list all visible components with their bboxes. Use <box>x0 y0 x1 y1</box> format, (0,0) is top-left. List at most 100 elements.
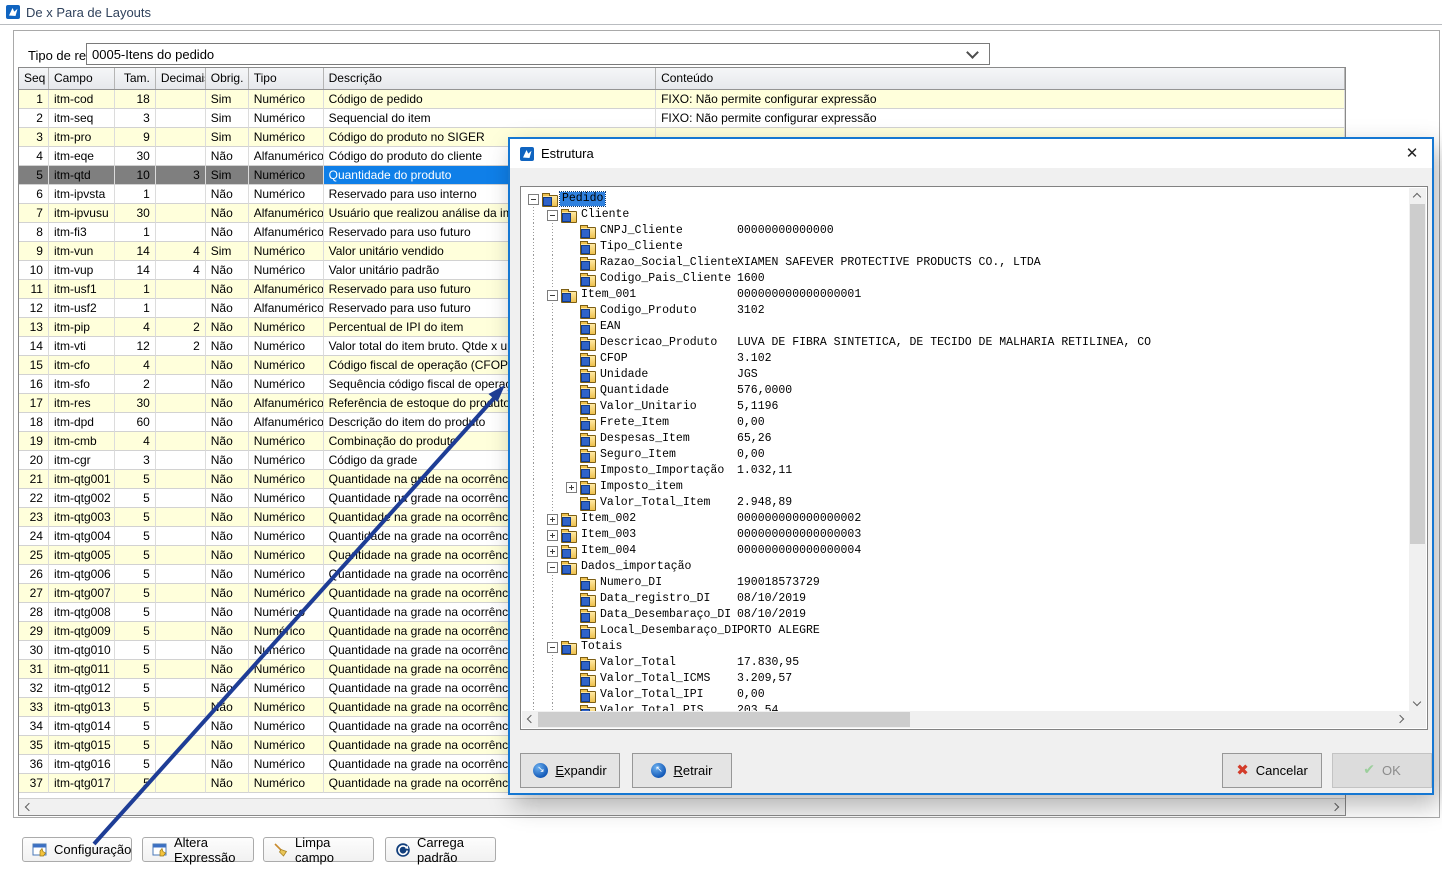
tree-node-imposto_importação[interactable]: Imposto_Importação1.032,11 <box>522 463 1409 479</box>
cell[interactable]: itm-qtg012 <box>49 679 115 698</box>
cell[interactable] <box>156 147 206 166</box>
cell[interactable]: itm-qtg003 <box>49 508 115 527</box>
cell[interactable]: itm-qtg008 <box>49 603 115 622</box>
cell[interactable]: itm-vun <box>49 242 115 261</box>
cell[interactable]: 4 <box>115 318 156 337</box>
cell[interactable]: Numérico <box>249 90 324 109</box>
cell[interactable]: Não <box>206 603 249 622</box>
cell[interactable]: itm-pip <box>49 318 115 337</box>
cell[interactable]: Não <box>206 204 249 223</box>
cell[interactable]: Não <box>206 223 249 242</box>
scroll-right-icon[interactable] <box>1328 799 1344 815</box>
cell[interactable]: itm-qtg011 <box>49 660 115 679</box>
close-icon[interactable]: ✕ <box>1400 142 1424 164</box>
cell[interactable]: Numérico <box>249 185 324 204</box>
tree-node-label[interactable]: Valor_Total_Item <box>598 496 712 510</box>
tree-node-frete_item[interactable]: Frete_Item0,00 <box>522 415 1409 431</box>
tree-node-label[interactable]: Data_Desembaraço_DI <box>598 608 733 622</box>
cell[interactable]: 35 <box>19 736 49 755</box>
cell[interactable]: Numérico <box>249 641 324 660</box>
cell[interactable]: 5 <box>115 641 156 660</box>
cell[interactable]: 14 <box>115 261 156 280</box>
cell[interactable]: 23 <box>19 508 49 527</box>
cell[interactable]: itm-cod <box>49 90 115 109</box>
cell[interactable]: Não <box>206 451 249 470</box>
cell[interactable]: 17 <box>19 394 49 413</box>
cell[interactable]: 28 <box>19 603 49 622</box>
cell[interactable] <box>156 451 206 470</box>
tree-node-valor_unitario[interactable]: Valor_Unitario5,1196 <box>522 399 1409 415</box>
cell[interactable]: itm-qtd <box>49 166 115 185</box>
cell[interactable] <box>156 128 206 147</box>
cell[interactable]: Numérico <box>249 603 324 622</box>
tree-node-valor_total_icms[interactable]: Valor_Total_ICMS3.209,57 <box>522 671 1409 687</box>
tree-node-item_001[interactable]: Item_001000000000000000001 <box>522 287 1409 303</box>
tree-node-valor_total_item[interactable]: Valor_Total_Item2.948,89 <box>522 495 1409 511</box>
column-header-conte-do[interactable]: Conteúdo <box>656 68 1345 89</box>
cell[interactable]: 6 <box>19 185 49 204</box>
cell[interactable]: Numérico <box>249 337 324 356</box>
cell[interactable]: 27 <box>19 584 49 603</box>
cell[interactable]: itm-qtg006 <box>49 565 115 584</box>
cell[interactable]: Sim <box>206 90 249 109</box>
table-row[interactable]: 2itm-seq3SimNuméricoSequencial do itemFI… <box>19 109 1345 128</box>
cell[interactable]: Não <box>206 432 249 451</box>
cell[interactable]: itm-vup <box>49 261 115 280</box>
cell[interactable]: 9 <box>115 128 156 147</box>
cell[interactable]: Não <box>206 356 249 375</box>
cell[interactable]: itm-qtg013 <box>49 698 115 717</box>
cell[interactable]: 12 <box>19 299 49 318</box>
cell[interactable] <box>156 546 206 565</box>
tree-node-quantidade[interactable]: Quantidade576,0000 <box>522 383 1409 399</box>
column-header-tam-[interactable]: Tam. <box>115 68 156 89</box>
cell[interactable]: 30 <box>115 394 156 413</box>
cell[interactable]: Alfanumérico <box>249 394 324 413</box>
cell[interactable]: itm-pro <box>49 128 115 147</box>
cell[interactable] <box>156 223 206 242</box>
cell[interactable]: Numérico <box>249 755 324 774</box>
column-header-tipo[interactable]: Tipo <box>249 68 324 89</box>
cell[interactable]: itm-qtg005 <box>49 546 115 565</box>
tree-node-label[interactable]: CNPJ_Cliente <box>598 224 685 238</box>
cell[interactable]: Não <box>206 679 249 698</box>
cell[interactable]: 2 <box>156 318 206 337</box>
cell[interactable]: Alfanumérico <box>249 280 324 299</box>
cell[interactable]: itm-qtg014 <box>49 717 115 736</box>
cell[interactable]: 10 <box>19 261 49 280</box>
cell[interactable]: Sim <box>206 109 249 128</box>
cell[interactable]: Sim <box>206 166 249 185</box>
table-row[interactable]: 1itm-cod18SimNuméricoCódigo de pedidoFIX… <box>19 90 1345 109</box>
scroll-left-icon[interactable] <box>20 799 36 815</box>
tree-node-label[interactable]: Item_004 <box>579 544 638 558</box>
cell[interactable] <box>156 90 206 109</box>
tree-node-item_003[interactable]: Item_003000000000000000003 <box>522 527 1409 543</box>
cell[interactable]: Não <box>206 546 249 565</box>
cell[interactable]: Não <box>206 508 249 527</box>
cell[interactable]: 4 <box>156 242 206 261</box>
cell[interactable]: Sim <box>206 128 249 147</box>
tree-node-item_002[interactable]: Item_002000000000000000002 <box>522 511 1409 527</box>
cell[interactable]: Não <box>206 147 249 166</box>
cell[interactable]: itm-eqe <box>49 147 115 166</box>
scroll-down-icon[interactable] <box>1409 695 1425 711</box>
cell[interactable]: 2 <box>156 337 206 356</box>
cell[interactable]: Não <box>206 527 249 546</box>
cell[interactable] <box>156 527 206 546</box>
tree-node-label[interactable]: Pedido <box>560 192 605 206</box>
tree-node-label[interactable]: CFOP <box>598 352 630 366</box>
tree-node-label[interactable]: Valor_Unitario <box>598 400 699 414</box>
cell[interactable]: Alfanumérico <box>249 147 324 166</box>
cell[interactable] <box>156 470 206 489</box>
cell[interactable]: 16 <box>19 375 49 394</box>
cell[interactable]: 19 <box>19 432 49 451</box>
cell[interactable]: 5 <box>115 527 156 546</box>
cell[interactable] <box>156 413 206 432</box>
tree-node-unidade[interactable]: UnidadeJGS <box>522 367 1409 383</box>
cell[interactable]: 22 <box>19 489 49 508</box>
cell[interactable]: 1 <box>115 299 156 318</box>
cell[interactable] <box>156 660 206 679</box>
cell[interactable]: Não <box>206 736 249 755</box>
cell[interactable]: Numérico <box>249 375 324 394</box>
cell[interactable] <box>156 774 206 793</box>
cell[interactable]: 20 <box>19 451 49 470</box>
